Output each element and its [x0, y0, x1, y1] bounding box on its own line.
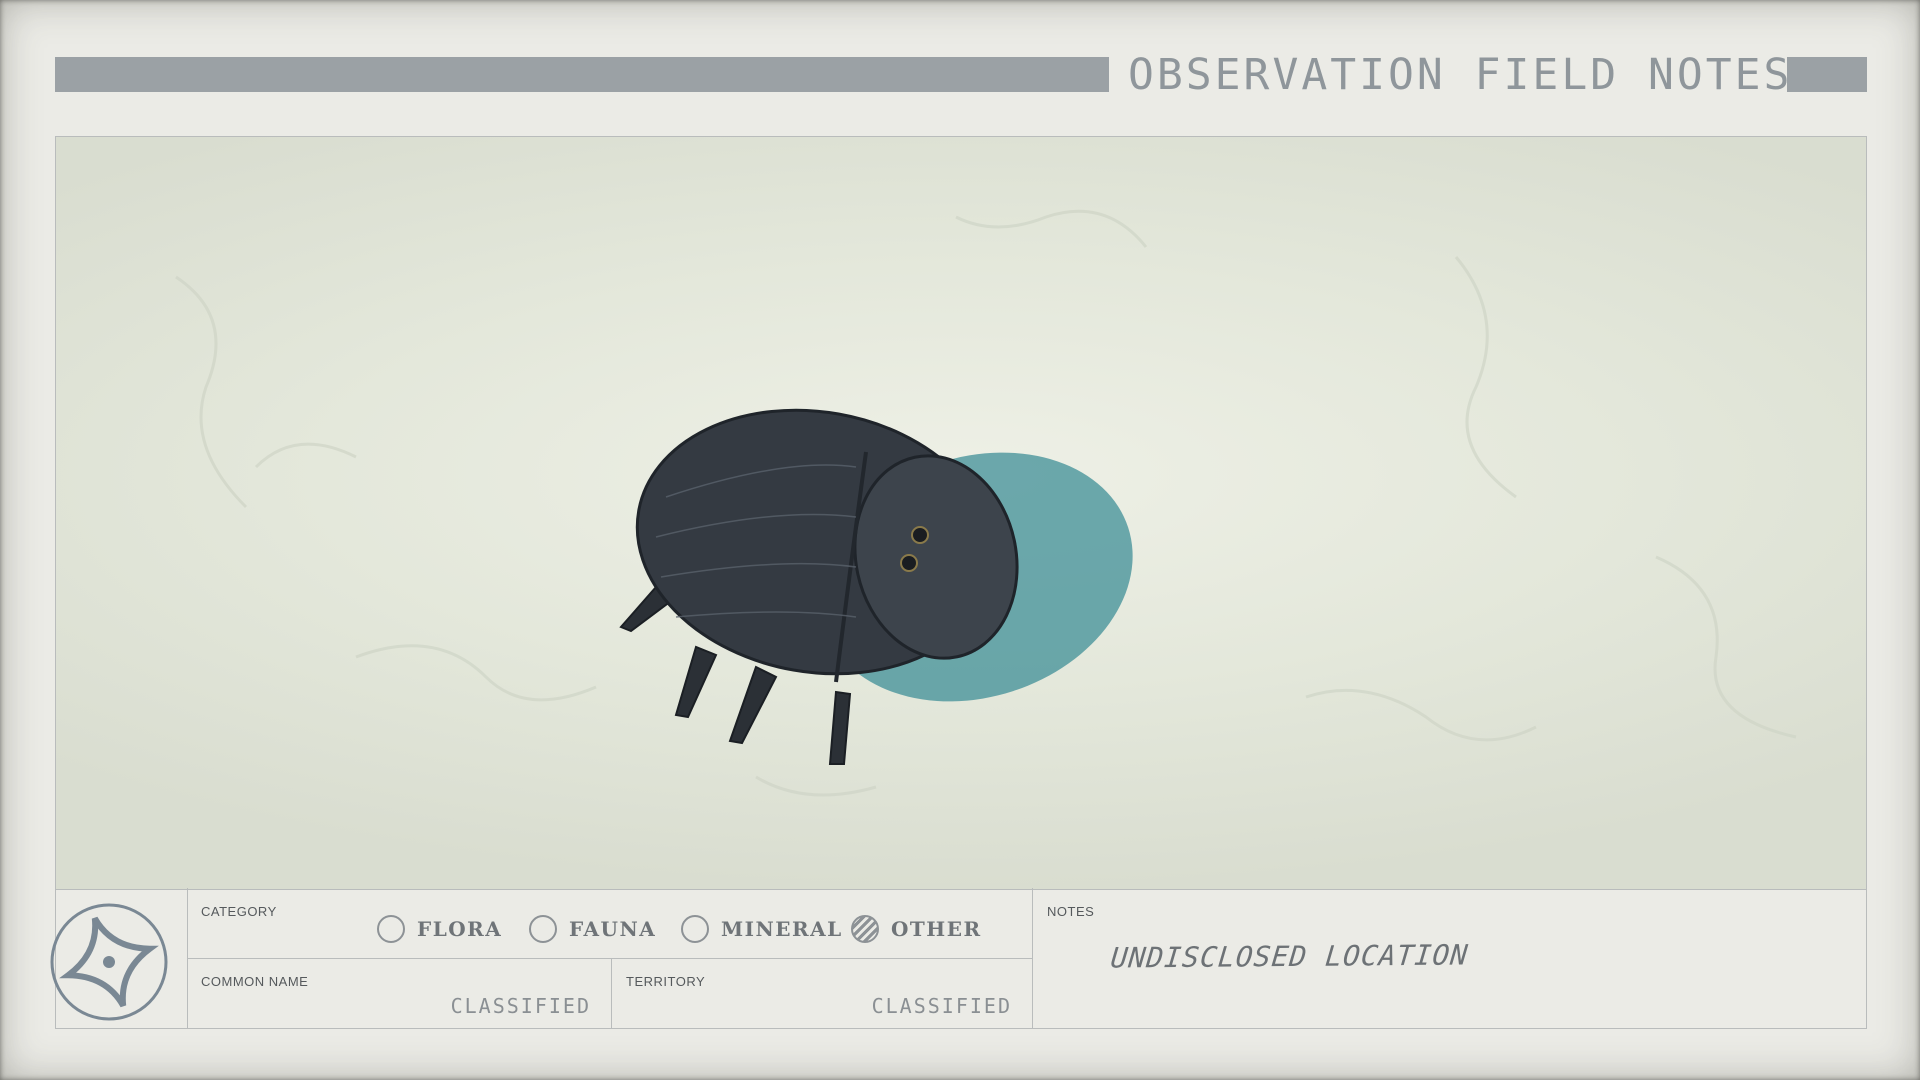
- category-option-mineral[interactable]: MINERAL: [681, 912, 843, 946]
- beetle-leg: [828, 690, 852, 765]
- other-label: OTHER: [891, 917, 982, 941]
- fauna-label: FAUNA: [569, 917, 657, 941]
- common-name-label: COMMON NAME: [201, 974, 309, 989]
- category-option-fauna[interactable]: FAUNA: [529, 912, 656, 946]
- notes-cell: NOTES UNDISCLOSED LOCATION: [1033, 888, 1866, 1028]
- beetle-leg: [728, 665, 778, 745]
- category-option-flora[interactable]: FLORA: [377, 912, 502, 946]
- territory-label: TERRITORY: [626, 974, 706, 989]
- page-title: OBSERVATION FIELD NOTES: [1128, 50, 1793, 100]
- fauna-radio[interactable]: [529, 915, 557, 943]
- logo-cell: [50, 888, 188, 1028]
- header-bar-left: [55, 57, 1109, 92]
- category-row: CATEGORY FLORA FAUNA MINERAL OTHER: [187, 888, 1033, 959]
- header-bar-right: [1787, 57, 1867, 92]
- mineral-label: MINERAL: [721, 917, 843, 941]
- flora-radio[interactable]: [377, 915, 405, 943]
- star-compass-emblem-icon: [50, 903, 168, 1021]
- beetle-creature-image: [175, 209, 1797, 797]
- common-name-cell: COMMON NAME CLASSIFIED: [187, 958, 612, 1028]
- category-option-other[interactable]: OTHER: [851, 912, 982, 946]
- beetle-leg: [674, 645, 718, 719]
- flora-label: FLORA: [417, 917, 503, 941]
- field-notes-card: OBSERVATION FIELD NOTES CATEGORY FLORA F…: [0, 0, 1920, 1080]
- creature-photo: [55, 136, 1867, 890]
- notes-value: UNDISCLOSED LOCATION: [1109, 938, 1470, 975]
- territory-value: CLASSIFIED: [871, 994, 1012, 1018]
- other-radio-selected[interactable]: [851, 915, 879, 943]
- territory-cell: TERRITORY CLASSIFIED: [612, 958, 1033, 1028]
- mineral-radio[interactable]: [681, 915, 709, 943]
- common-name-value: CLASSIFIED: [450, 994, 591, 1018]
- notes-label: NOTES: [1047, 904, 1095, 919]
- category-label: CATEGORY: [201, 904, 277, 919]
- field-notes-form: CATEGORY FLORA FAUNA MINERAL OTHER COMMO…: [50, 888, 1867, 1029]
